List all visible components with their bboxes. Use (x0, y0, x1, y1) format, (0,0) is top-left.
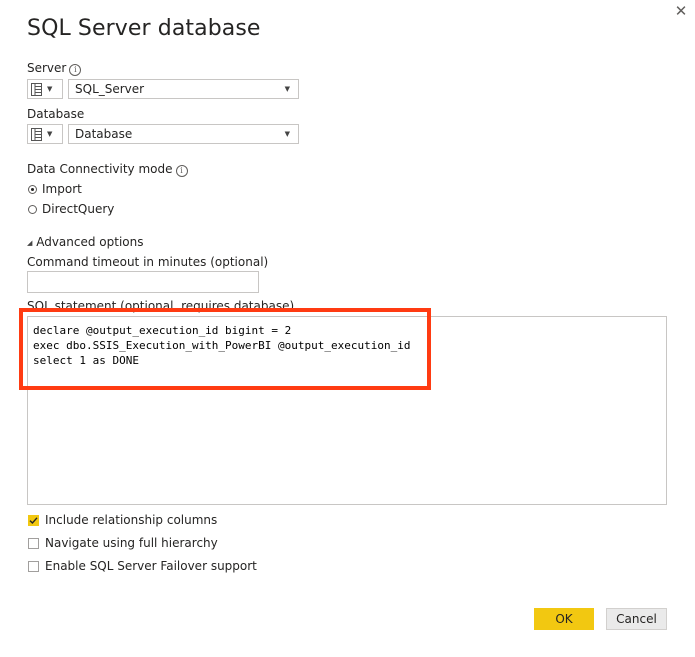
info-icon: i (69, 64, 82, 76)
server-label: Server i (27, 61, 82, 76)
checkbox-checked[interactable] (28, 514, 39, 526)
database-label: Database (27, 107, 85, 121)
timeout-label: Command timeout in minutes (optional) (27, 255, 269, 269)
server-label-text: Server (27, 61, 67, 75)
connectivity-label-text: Data Connectivity mode (27, 162, 173, 176)
radio-button-selected[interactable] (28, 184, 37, 194)
chevron-down-icon: ▼ (284, 130, 290, 138)
table-icon (31, 82, 42, 96)
chevron-down-icon: ▼ (47, 130, 53, 138)
timeout-input[interactable] (27, 271, 259, 293)
database-value: Database (75, 127, 133, 141)
server-type-button[interactable]: ▼ (27, 79, 63, 99)
radio-button[interactable] (28, 204, 37, 214)
highlight-box (19, 308, 431, 390)
dialog-title: SQL Server database (27, 16, 261, 41)
close-icon[interactable]: ✕ (673, 2, 689, 20)
radio-directquery[interactable]: DirectQuery (28, 202, 114, 216)
radio-import-label: Import (42, 182, 82, 196)
advanced-options-toggle[interactable]: ◢ Advanced options (27, 235, 144, 249)
check-icon (29, 516, 38, 524)
ok-button[interactable]: OK (534, 608, 594, 630)
server-select[interactable]: SQL_Server ▼ (68, 79, 299, 99)
database-type-button[interactable]: ▼ (27, 124, 63, 144)
server-value: SQL_Server (75, 82, 145, 96)
connectivity-label: Data Connectivity mode i (27, 162, 188, 177)
navigate-full-hierarchy-checkbox[interactable]: Navigate using full hierarchy (28, 536, 218, 550)
info-icon: i (175, 165, 188, 177)
checkbox-label: Include relationship columns (45, 513, 218, 527)
table-icon (31, 127, 42, 141)
chevron-down-icon: ▼ (47, 85, 53, 93)
cancel-button[interactable]: Cancel (606, 608, 667, 630)
radio-directquery-label: DirectQuery (42, 202, 115, 216)
enable-failover-checkbox[interactable]: Enable SQL Server Failover support (28, 559, 257, 573)
checkbox-label: Enable SQL Server Failover support (45, 559, 257, 573)
advanced-options-label: Advanced options (36, 235, 144, 249)
checkbox[interactable] (28, 560, 39, 572)
triangle-down-icon: ◢ (27, 239, 33, 247)
radio-import[interactable]: Import (28, 182, 82, 196)
chevron-down-icon: ▼ (284, 85, 290, 93)
include-relationship-columns-checkbox[interactable]: Include relationship columns (28, 513, 217, 527)
checkbox-label: Navigate using full hierarchy (45, 536, 218, 550)
checkbox[interactable] (28, 537, 39, 549)
database-select[interactable]: Database ▼ (68, 124, 299, 144)
